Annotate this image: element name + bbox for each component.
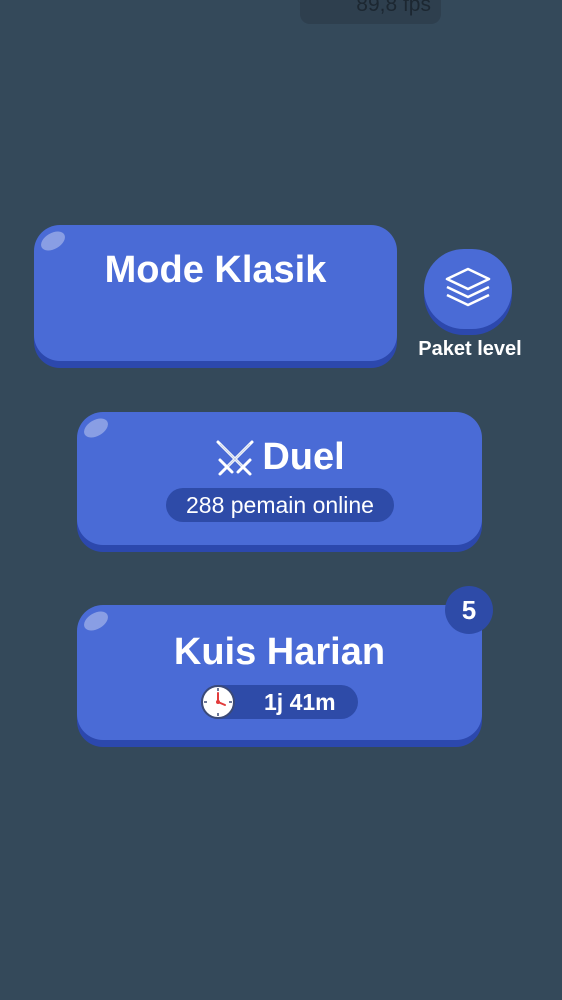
classic-mode-label: Mode Klasik (104, 249, 327, 291)
online-players-pill: 288 pemain online (166, 488, 394, 522)
classic-mode-button[interactable]: Mode Klasik (34, 225, 397, 361)
timer-text: 1j 41m (264, 689, 336, 715)
duel-button[interactable]: Duel 288 pemain online (77, 412, 482, 545)
clock-icon (201, 685, 235, 719)
duel-label: Duel (262, 436, 345, 478)
daily-quiz-button[interactable]: Kuis Harian 1j 41m (77, 605, 482, 740)
online-players-text: 288 pemain online (186, 492, 374, 518)
daily-quiz-badge: 5 (445, 586, 493, 634)
fps-counter: 89,8 fps (300, 0, 441, 24)
level-packs-button[interactable] (424, 249, 512, 329)
daily-quiz-label: Kuis Harian (173, 631, 386, 673)
fps-text: 89,8 fps (356, 0, 431, 16)
daily-quiz-timer: 1j 41m (201, 685, 358, 719)
layers-icon (445, 267, 491, 307)
level-packs-label: Paket level (418, 338, 522, 360)
crossed-swords-icon (216, 440, 254, 475)
